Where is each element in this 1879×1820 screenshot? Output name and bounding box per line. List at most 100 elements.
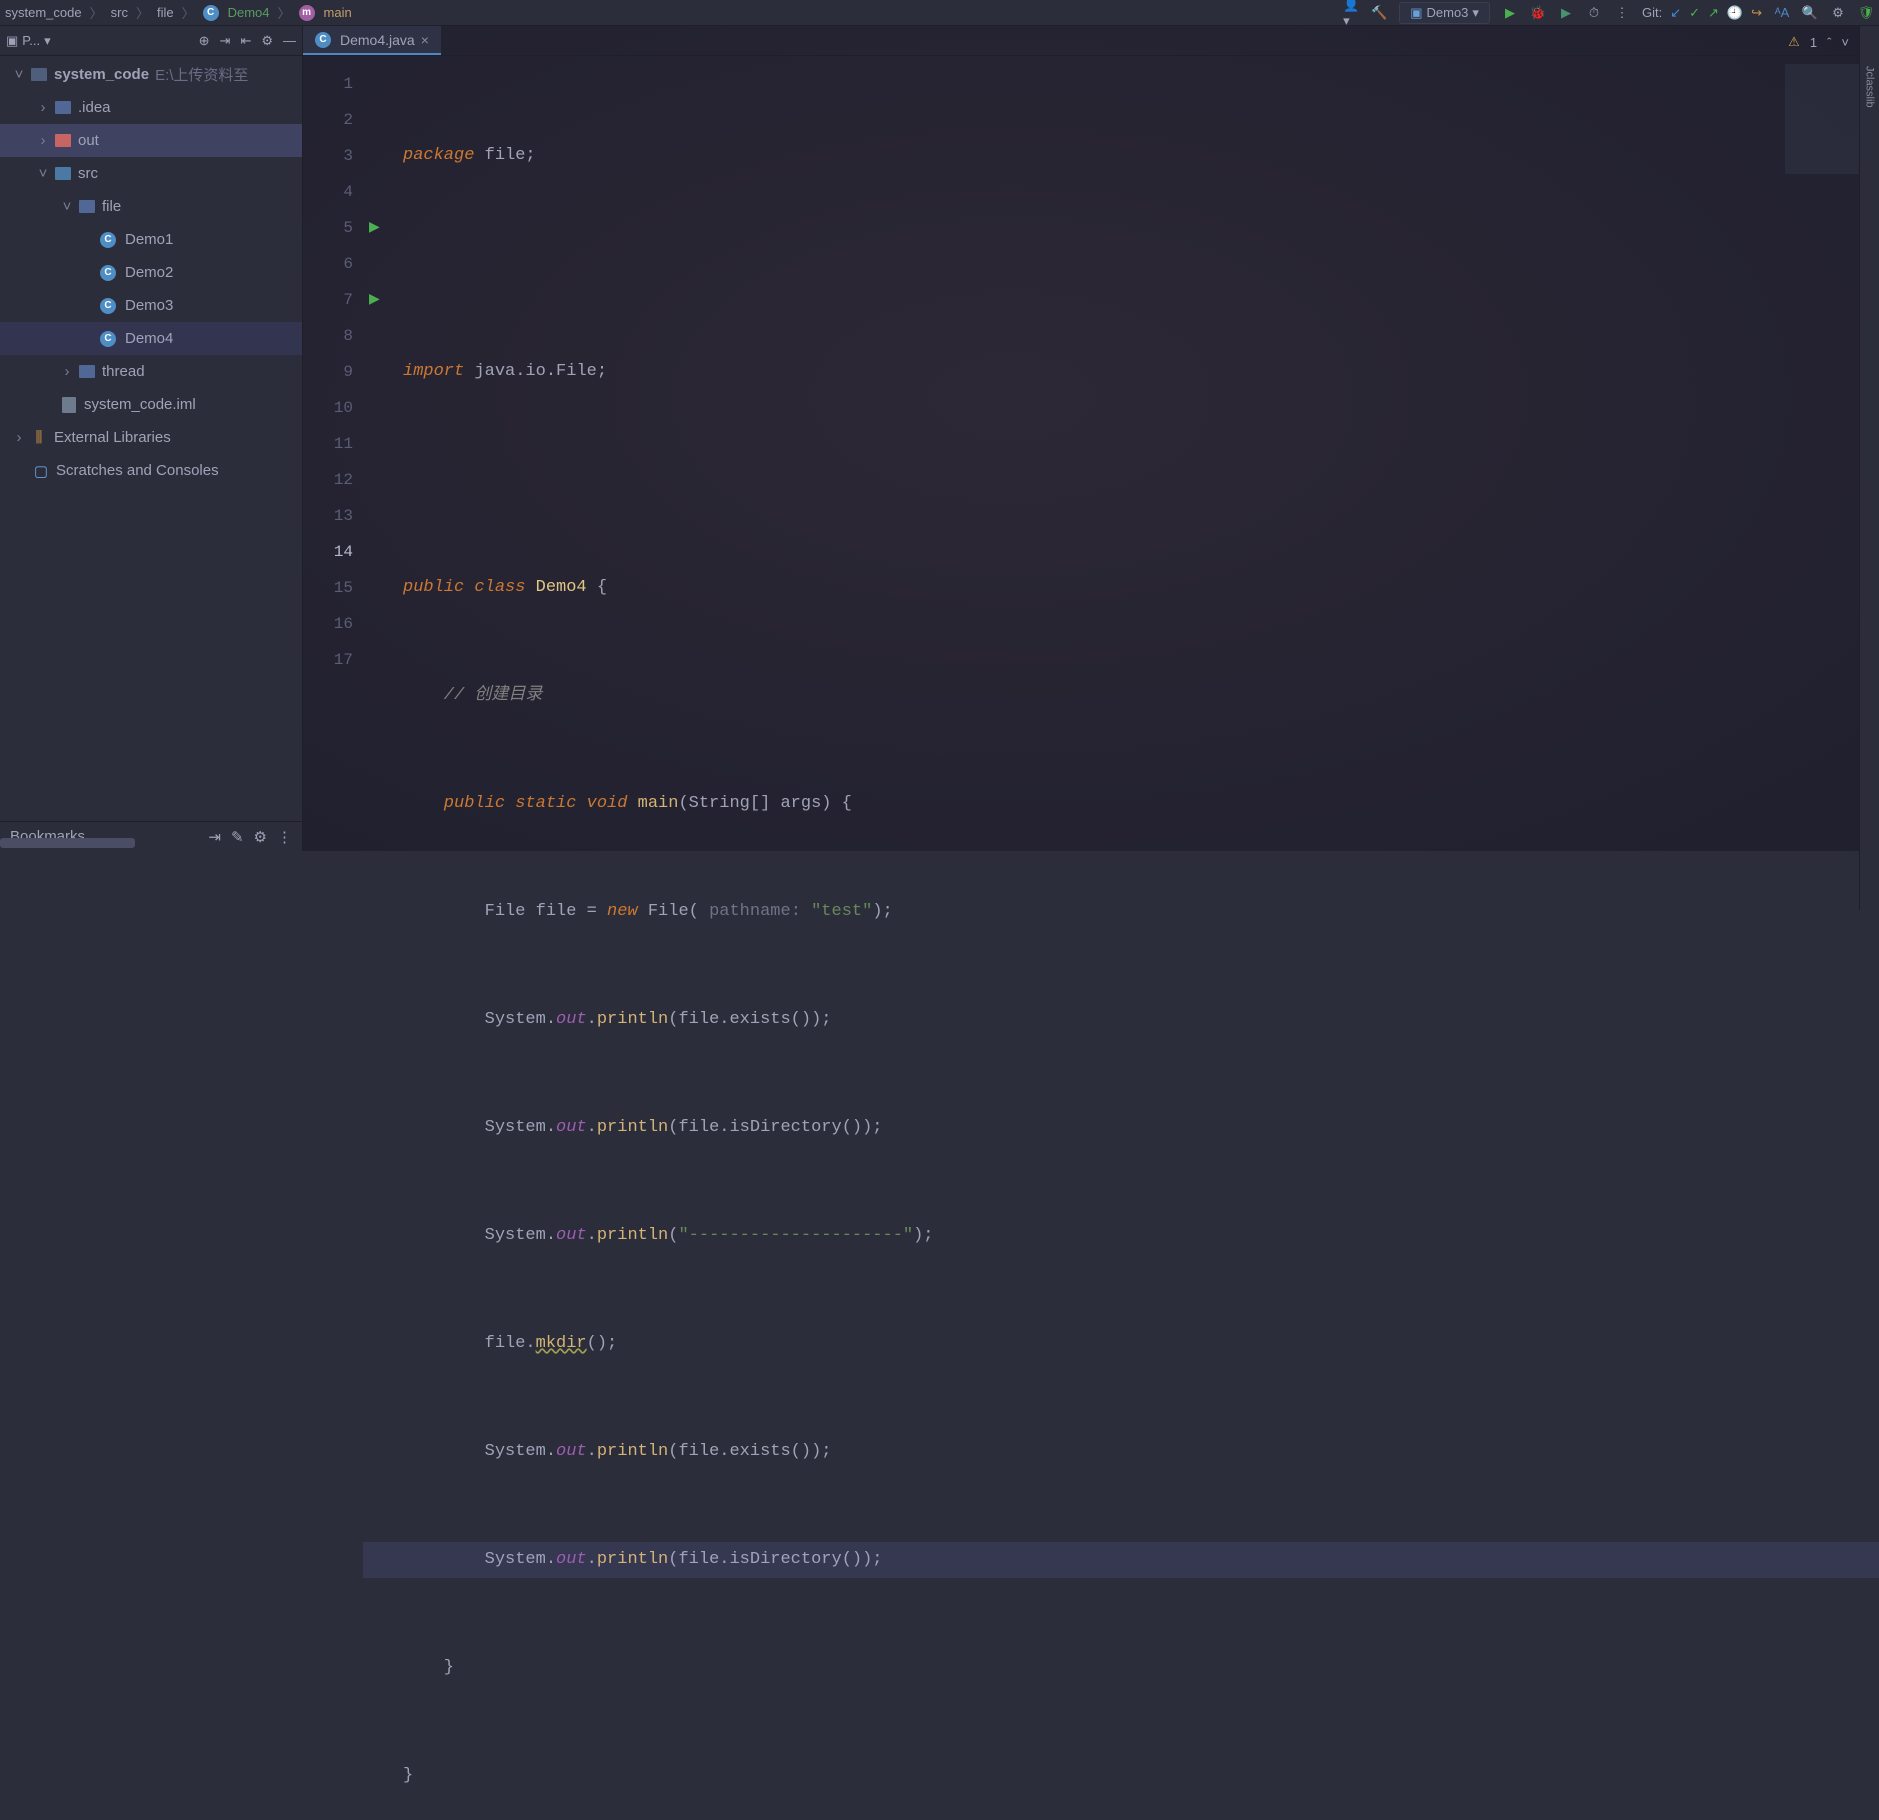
line-number[interactable]: 5▶	[303, 210, 363, 246]
crumb-method[interactable]: main	[324, 5, 352, 20]
chevron-right-icon: ›	[38, 99, 48, 116]
line-number[interactable]: 15	[303, 570, 363, 606]
git-pull-icon[interactable]: ↙	[1670, 5, 1681, 21]
line-number[interactable]: 1	[303, 66, 363, 102]
main: ▣ P...▾ ⊕ ⇥ ⇤ ⚙ — ˅ system_code E:\上传资料至…	[0, 26, 1879, 851]
tree-thread-package[interactable]: › thread	[0, 355, 302, 388]
line-number[interactable]: 17	[303, 642, 363, 678]
tree-demo3[interactable]: C Demo3	[0, 289, 302, 322]
line-number[interactable]: 9	[303, 354, 363, 390]
class-icon: C	[203, 5, 219, 21]
crumb-class[interactable]: Demo4	[228, 5, 270, 20]
tree-out-folder[interactable]: › out	[0, 124, 302, 157]
chevron-down-icon: ˅	[38, 165, 48, 182]
scratches-icon: ▢	[32, 462, 50, 480]
folder-icon	[55, 101, 71, 114]
code-editor[interactable]: package file; import java.io.File; publi…	[363, 56, 1879, 851]
tree-demo2[interactable]: C Demo2	[0, 256, 302, 289]
line-number[interactable]: 10	[303, 390, 363, 426]
chevron-right-icon: ›	[38, 132, 48, 149]
prev-issue-icon[interactable]: ˆ	[1827, 35, 1831, 50]
package-icon	[79, 365, 95, 378]
jclasslib-tool-button[interactable]: Jclasslib	[1864, 66, 1876, 108]
autoscroll-icon[interactable]: ⇥	[208, 828, 221, 846]
tree-demo4[interactable]: C Demo4	[0, 322, 302, 355]
user-icon[interactable]: 👤▾	[1343, 5, 1359, 21]
run-icon[interactable]: ▶	[1502, 5, 1518, 21]
build-icon[interactable]: 🔨	[1371, 5, 1387, 21]
line-number[interactable]: 2	[303, 102, 363, 138]
tree-file-package[interactable]: ˅ file	[0, 190, 302, 223]
project-tree[interactable]: ˅ system_code E:\上传资料至 › .idea › out ˅ s…	[0, 56, 302, 821]
project-icon: ▣	[6, 33, 18, 49]
class-icon: C	[100, 232, 116, 248]
close-tab-icon[interactable]: ×	[421, 32, 429, 48]
tree-iml-file[interactable]: system_code.iml	[0, 388, 302, 421]
tab-label: Demo4.java	[340, 32, 415, 48]
tree-external-libraries[interactable]: › ⫼ External Libraries	[0, 421, 302, 454]
line-number[interactable]: 13	[303, 498, 363, 534]
package-icon	[79, 200, 95, 213]
coverage-icon[interactable]: ▶	[1558, 5, 1574, 21]
breadcrumb[interactable]: system_code 〉 src 〉 file 〉 CDemo4 〉 mmai…	[5, 3, 352, 22]
edit-icon[interactable]: ✎	[231, 828, 244, 846]
class-icon: C	[100, 298, 116, 314]
debug-icon[interactable]: 🐞	[1530, 5, 1546, 21]
dropdown-caret-icon: ▾	[1472, 5, 1479, 21]
bookmarks-settings-icon[interactable]: ⚙	[254, 828, 267, 846]
project-tool-window-button[interactable]: ▣ P...▾	[6, 33, 51, 49]
crumb-src[interactable]: src	[111, 5, 128, 20]
profile-icon[interactable]: ⏱	[1586, 5, 1602, 21]
translate-icon[interactable]: ᴬA	[1774, 5, 1790, 21]
libraries-icon: ⫼	[30, 429, 48, 447]
run-config-dropdown[interactable]: ▣ Demo3 ▾	[1399, 2, 1490, 24]
code-area[interactable]: 1 2 3 4 5▶ 6 7▶ 8 9 10 11 12 13 14 15 16…	[303, 56, 1879, 851]
minimize-icon[interactable]: —	[283, 33, 296, 48]
tree-idea-folder[interactable]: › .idea	[0, 91, 302, 124]
more-actions-icon[interactable]: ⋮	[1614, 5, 1630, 21]
search-icon[interactable]: 🔍	[1802, 5, 1818, 21]
bookmarks-more-icon[interactable]: ⋮	[277, 828, 292, 846]
tool-settings-icon[interactable]: ⚙	[261, 33, 273, 49]
line-number[interactable]: 3	[303, 138, 363, 174]
file-icon	[62, 397, 76, 413]
tree-src-folder[interactable]: ˅ src	[0, 157, 302, 190]
git-history-icon[interactable]: 🕘	[1727, 5, 1743, 21]
line-number[interactable]: 6	[303, 246, 363, 282]
settings-icon[interactable]: ⚙	[1830, 5, 1846, 21]
source-folder-icon	[55, 167, 71, 180]
git-toolbar: Git: ↙ ✓ ↗ 🕘 ↪	[1642, 5, 1762, 21]
line-number[interactable]: 8	[303, 318, 363, 354]
git-push-icon[interactable]: ↗	[1708, 5, 1719, 21]
crumb-project[interactable]: system_code	[5, 5, 82, 20]
line-number[interactable]: 4	[303, 174, 363, 210]
editor-area: C Demo4.java × ⋮ ⚠ 1 ˆ ˅ 1 2 3 4 5▶ 6 7▶	[303, 26, 1879, 851]
editor-tabs: C Demo4.java × ⋮	[303, 26, 1879, 56]
horizontal-scrollbar-thumb[interactable]	[0, 838, 135, 848]
line-number[interactable]: 12	[303, 462, 363, 498]
chevron-down-icon: ˅	[62, 198, 72, 215]
git-commit-icon[interactable]: ✓	[1689, 5, 1700, 21]
git-rollback-icon[interactable]: ↪	[1751, 5, 1762, 21]
tree-project-root[interactable]: ˅ system_code E:\上传资料至	[0, 58, 302, 91]
gutter[interactable]: 1 2 3 4 5▶ 6 7▶ 8 9 10 11 12 13 14 15 16…	[303, 56, 363, 851]
tab-demo4[interactable]: C Demo4.java ×	[303, 26, 441, 55]
top-bar: system_code 〉 src 〉 file 〉 CDemo4 〉 mmai…	[0, 0, 1879, 26]
class-icon: C	[100, 265, 116, 281]
tree-scratches[interactable]: ▢ Scratches and Consoles	[0, 454, 302, 487]
line-number[interactable]: 7▶	[303, 282, 363, 318]
line-number[interactable]: 11	[303, 426, 363, 462]
inspection-widget[interactable]: ⚠ 1 ˆ ˅	[1788, 34, 1849, 50]
collapse-all-icon[interactable]: ⇤	[240, 33, 251, 49]
chevron-down-icon: ˅	[14, 66, 24, 83]
next-issue-icon[interactable]: ˅	[1841, 35, 1849, 50]
class-icon: C	[100, 331, 116, 347]
crumb-pkg[interactable]: file	[157, 5, 174, 20]
select-target-icon[interactable]: ⊕	[199, 33, 210, 49]
line-number[interactable]: 16	[303, 606, 363, 642]
tree-demo1[interactable]: C Demo1	[0, 223, 302, 256]
line-number[interactable]: 14	[303, 534, 363, 570]
shield-icon[interactable]: 🛡	[1858, 5, 1874, 21]
expand-all-icon[interactable]: ⇥	[220, 33, 231, 49]
toolbar: 👤▾ 🔨 ▣ Demo3 ▾ ▶ 🐞 ▶ ⏱ ⋮ Git: ↙ ✓ ↗ 🕘 ↪ …	[1343, 2, 1874, 24]
